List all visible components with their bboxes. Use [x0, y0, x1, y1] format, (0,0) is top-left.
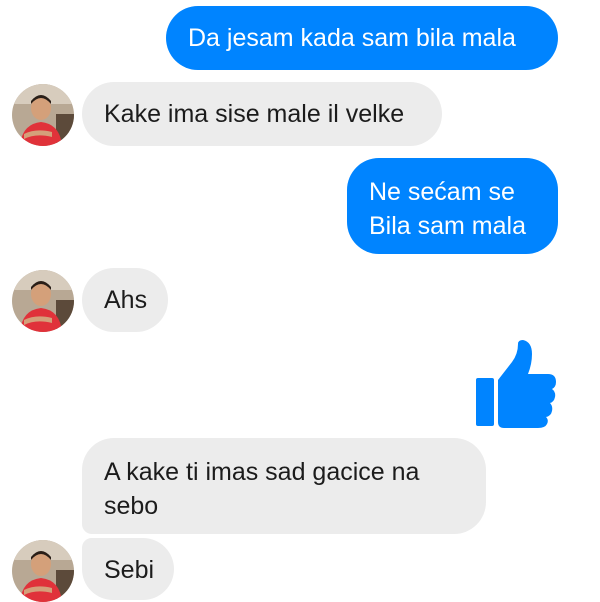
received-message-bubble[interactable]: Sebi — [82, 538, 174, 600]
contact-avatar[interactable] — [12, 84, 74, 146]
sent-message-bubble[interactable]: Da jesam kada sam bila mala — [166, 6, 558, 70]
thumbs-up-icon[interactable] — [474, 340, 558, 428]
received-message-bubble[interactable]: Ahs — [82, 268, 168, 332]
contact-avatar[interactable] — [12, 270, 74, 332]
avatar-photo — [12, 540, 74, 602]
sent-message-bubble[interactable]: Ne sećam se Bila sam mala — [347, 158, 558, 254]
avatar-photo — [12, 84, 74, 146]
received-message-bubble[interactable]: Kake ima sise male il velke — [82, 82, 442, 146]
message-line: Ne sećam se — [369, 178, 515, 206]
avatar-photo — [12, 270, 74, 332]
received-message-bubble[interactable]: A kake ti imas sad gacice na sebo — [82, 438, 486, 534]
message-line: Bila sam mala — [369, 212, 526, 240]
contact-avatar[interactable] — [12, 540, 74, 602]
